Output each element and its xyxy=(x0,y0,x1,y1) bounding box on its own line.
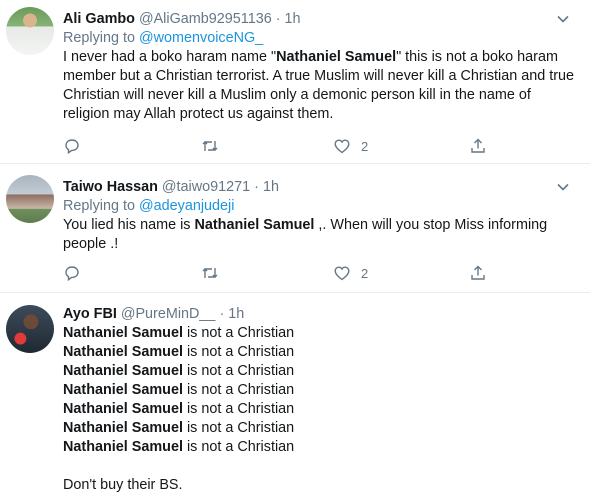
replying-to-label: Replying to xyxy=(63,198,139,214)
tweet-line: Nathaniel Samuel is not a Christian xyxy=(63,324,580,343)
separator-dot: · xyxy=(219,306,225,322)
like-button[interactable]: 2 xyxy=(333,263,368,283)
tweet-text-part: is not a Christian xyxy=(182,363,295,379)
user-handle[interactable]: @PureMinD__ xyxy=(121,306,216,322)
replying-to-label: Replying to xyxy=(63,30,139,46)
like-count: 2 xyxy=(361,138,369,154)
timestamp[interactable]: 1h xyxy=(263,179,279,195)
tweet[interactable]: Taiwo Hassan @taiwo91271 · 1h Replying t… xyxy=(0,164,590,293)
tweet-text-bold: Nathaniel Samuel xyxy=(194,217,315,233)
tweet-text-bold: Nathaniel Samuel xyxy=(63,363,183,379)
tweet-text-bold: Nathaniel Samuel xyxy=(63,420,183,436)
tweet-actions: 2 xyxy=(63,136,503,156)
tweet-text-bold: Nathaniel Samuel xyxy=(276,49,397,65)
user-handle[interactable]: @taiwo91271 xyxy=(162,179,250,195)
tweet-text-bold: Nathaniel Samuel xyxy=(63,325,183,341)
replying-to-link[interactable]: @adeyanjudeji xyxy=(139,198,234,214)
tweet-text-part: is not a Christian xyxy=(182,420,295,436)
chevron-down-icon[interactable] xyxy=(556,180,570,194)
like-count: 2 xyxy=(361,265,369,281)
tweet-header: Ali Gambo @AliGamb92951136 · 1h xyxy=(63,10,580,29)
tweet-line: Nathaniel Samuel is not a Christian xyxy=(63,343,580,362)
reply-icon xyxy=(65,266,79,282)
avatar[interactable] xyxy=(6,175,54,223)
heart-icon xyxy=(334,266,350,281)
tweet-text-part: is not a Christian xyxy=(182,401,295,417)
heart-icon xyxy=(334,139,350,154)
user-handle[interactable]: @AliGamb92951136 xyxy=(139,11,272,27)
share-icon xyxy=(471,138,485,153)
share-button[interactable] xyxy=(469,136,487,156)
tweet-text-bold: Nathaniel Samuel xyxy=(63,401,183,417)
display-name[interactable]: Taiwo Hassan xyxy=(63,179,158,195)
tweet-line: Nathaniel Samuel is not a Christian xyxy=(63,438,580,457)
replying-to-link[interactable]: @womenvoiceNG_ xyxy=(139,30,263,46)
display-name[interactable]: Ayo FBI xyxy=(63,306,117,322)
tweet-header: Taiwo Hassan @taiwo91271 · 1h xyxy=(63,178,580,197)
display-name[interactable]: Ali Gambo xyxy=(63,11,135,27)
like-button[interactable]: 2 xyxy=(333,136,368,156)
tweet-actions: 2 xyxy=(63,263,503,283)
tweet-line: Nathaniel Samuel is not a Christian xyxy=(63,400,580,419)
tweet-text: You lied his name is Nathaniel Samuel ,.… xyxy=(63,216,580,254)
tweet-text-part: is not a Christian xyxy=(182,344,295,360)
share-button[interactable] xyxy=(469,263,487,283)
chevron-down-icon[interactable] xyxy=(556,12,570,26)
tweet[interactable]: Ali Gambo @AliGamb92951136 · 1h Replying… xyxy=(0,0,590,164)
share-icon xyxy=(471,265,485,280)
reply-button[interactable] xyxy=(63,136,81,156)
tweet-line: Nathaniel Samuel is not a Christian xyxy=(63,419,580,438)
replying-to: Replying to @womenvoiceNG_ xyxy=(63,29,580,48)
timestamp[interactable]: 1h xyxy=(285,11,301,27)
tweet-text: Nathaniel Samuel is not a Christian Nath… xyxy=(63,324,580,495)
reply-icon xyxy=(65,139,79,155)
retweet-button[interactable] xyxy=(201,136,219,156)
separator-dot: · xyxy=(254,179,259,195)
timestamp[interactable]: 1h xyxy=(228,306,244,322)
tweet-line: Nathaniel Samuel is not a Christian xyxy=(63,362,580,381)
tweet-closing-line: Don't buy their BS. xyxy=(63,477,183,493)
separator-dot: · xyxy=(275,11,281,27)
tweet-text-bold: Nathaniel Samuel xyxy=(63,382,183,398)
retweet-icon xyxy=(202,141,218,151)
tweet-text-part: is not a Christian xyxy=(182,382,295,398)
retweet-icon xyxy=(202,268,218,278)
retweet-button[interactable] xyxy=(201,263,219,283)
tweet-text: I never had a boko haram name "Nathaniel… xyxy=(63,48,580,124)
tweet-text-part: I never had a boko haram name " xyxy=(63,49,277,65)
tweet-text-part: is not a Christian xyxy=(182,325,295,341)
tweet-text-part: You lied his name is xyxy=(63,217,195,233)
tweet-header: Ayo FBI @PureMinD__ · 1h xyxy=(63,305,580,324)
replying-to: Replying to @adeyanjudeji xyxy=(63,197,580,216)
avatar[interactable] xyxy=(6,7,54,55)
reply-button[interactable] xyxy=(63,263,81,283)
tweet-text-part: is not a Christian xyxy=(182,439,295,455)
tweet-line: Nathaniel Samuel is not a Christian xyxy=(63,381,580,400)
avatar[interactable] xyxy=(6,305,54,353)
tweet-text-bold: Nathaniel Samuel xyxy=(63,439,183,455)
tweet-text-bold: Nathaniel Samuel xyxy=(63,344,183,360)
tweet[interactable]: Ayo FBI @PureMinD__ · 1h Nathaniel Samue… xyxy=(0,293,590,501)
